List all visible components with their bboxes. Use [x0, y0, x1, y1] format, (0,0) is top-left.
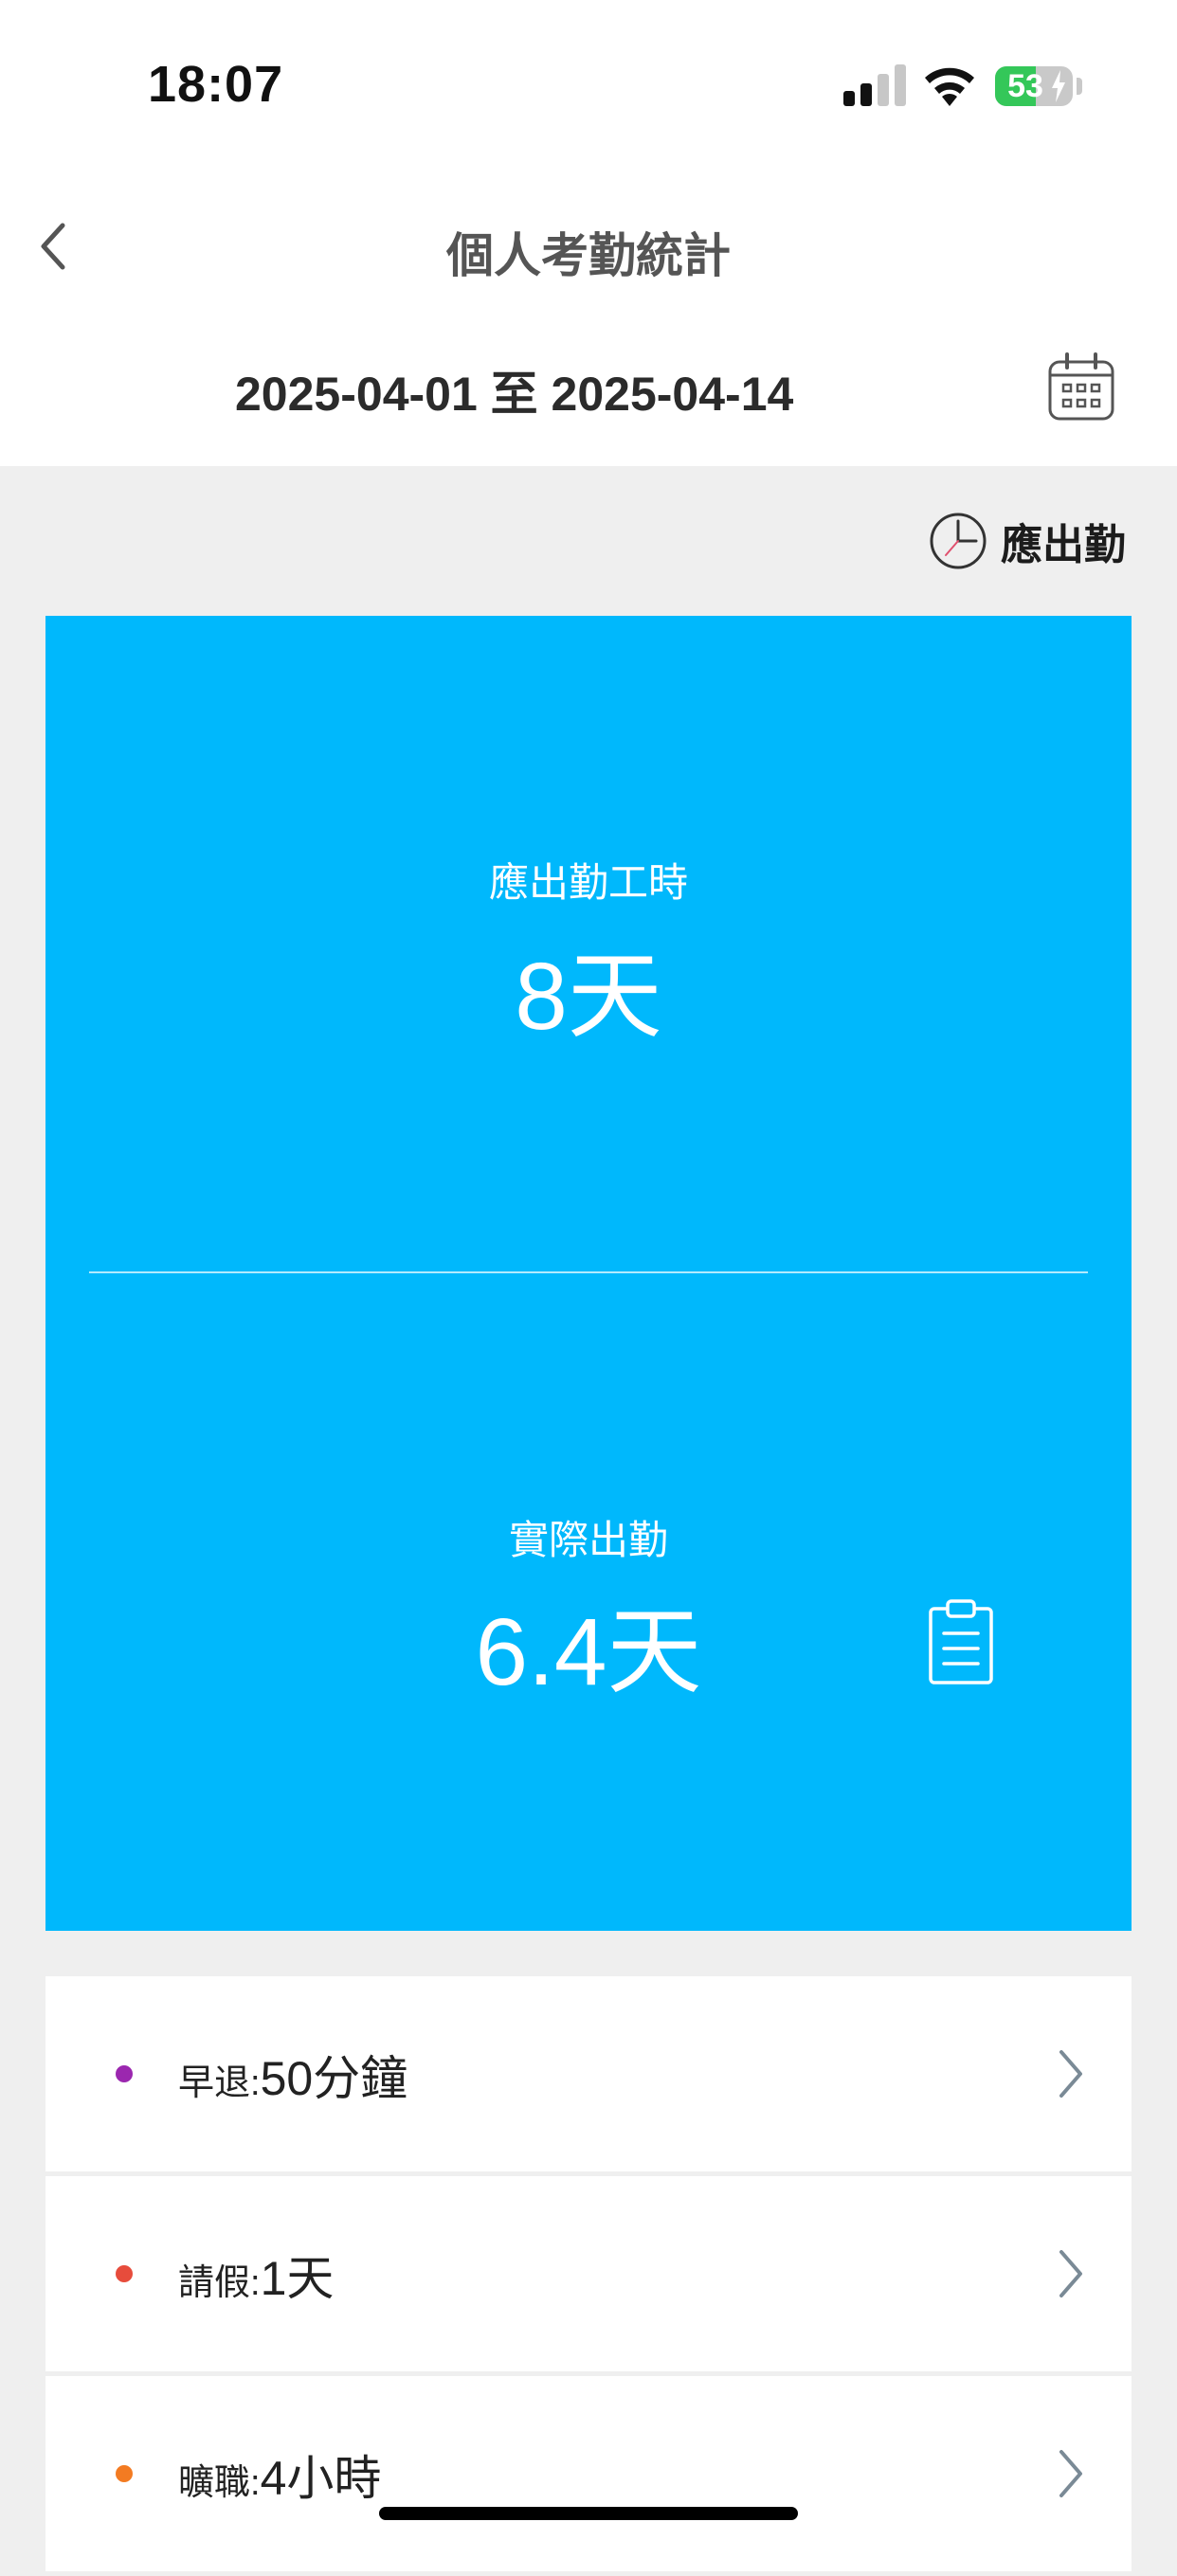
- chevron-right-icon: [1059, 2450, 1082, 2497]
- battery-charging-icon: 53: [995, 66, 1073, 106]
- legend-label: 應出勤: [1001, 522, 1126, 568]
- status-time: 18:07: [148, 56, 284, 113]
- detail-text: 早退:50分鐘: [178, 2041, 407, 2109]
- detail-value: 50分鐘: [260, 2052, 408, 2105]
- date-range[interactable]: 2025-04-01 至 2025-04-14: [235, 356, 793, 424]
- detail-value: 4小時: [260, 2452, 382, 2505]
- status-dot: [116, 2265, 133, 2282]
- legend: 應出勤: [929, 510, 1126, 572]
- bolt-icon: [1052, 70, 1065, 102]
- expected-hours-value: 8天: [515, 944, 662, 1050]
- date-filter-bar: 2025-04-01 至 2025-04-14: [0, 322, 1177, 466]
- home-indicator: [379, 2507, 798, 2520]
- status-dot: [116, 2465, 133, 2482]
- calendar-icon[interactable]: [1046, 351, 1116, 423]
- clipboard-icon[interactable]: [921, 1597, 1006, 1688]
- attendance-detail-list: 早退:50分鐘 請假:1天 曠職:4小時: [45, 1976, 1132, 2576]
- status-bar: 18:07 53: [0, 0, 1177, 171]
- detail-text: 曠職:4小時: [178, 2441, 381, 2509]
- detail-text: 請假:1天: [178, 2241, 334, 2309]
- nav-bar: 個人考勤統計: [0, 171, 1177, 322]
- detail-label: 請假:: [178, 2263, 261, 2303]
- wifi-icon: [925, 67, 974, 106]
- page-title: 個人考勤統計: [446, 229, 731, 282]
- chevron-right-icon: [1059, 2250, 1082, 2297]
- battery-level: 53: [1007, 68, 1043, 104]
- chevron-right-icon: [1059, 2050, 1082, 2098]
- chevron-left-icon[interactable]: [28, 218, 85, 275]
- actual-attendance-title: 實際出勤: [508, 1518, 668, 1562]
- detail-row-leave[interactable]: 請假:1天: [45, 2176, 1132, 2371]
- detail-value: 1天: [260, 2252, 335, 2305]
- detail-label: 曠職:: [178, 2463, 261, 2503]
- status-dot: [116, 2065, 133, 2082]
- cellular-signal-icon: [843, 64, 906, 106]
- detail-row-early-leave[interactable]: 早退:50分鐘: [45, 1976, 1132, 2171]
- detail-row-absence[interactable]: 曠職:4小時: [45, 2376, 1132, 2571]
- detail-label: 早退:: [178, 2063, 261, 2103]
- card-divider: [89, 1271, 1088, 1273]
- battery-cap: [1077, 78, 1082, 95]
- summary-card: 應出勤工時 8天 實際出勤 6.4天: [45, 616, 1132, 1931]
- clock-icon: [930, 513, 987, 569]
- expected-hours-title: 應出勤工時: [488, 860, 688, 905]
